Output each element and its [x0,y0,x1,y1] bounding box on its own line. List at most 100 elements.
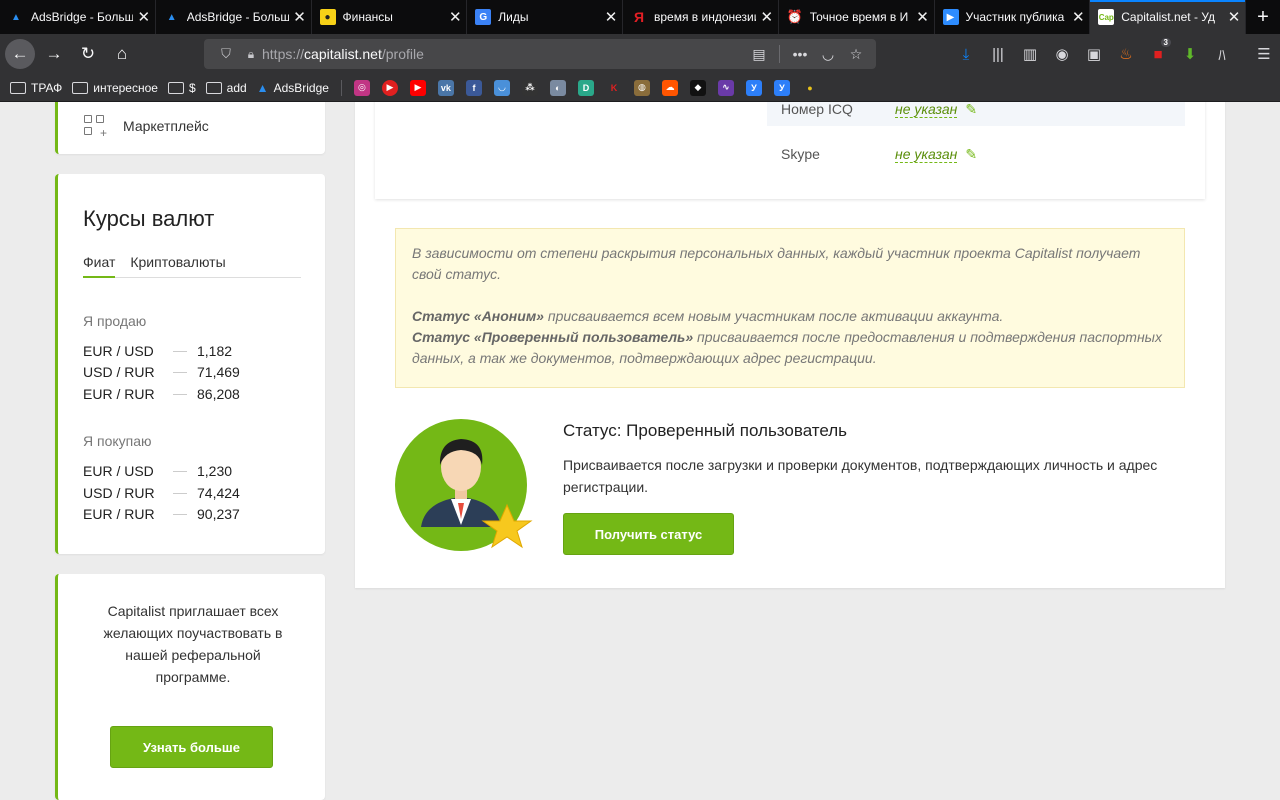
status-info-notice: В зависимости от степени раскрытия персо… [395,228,1185,388]
rates-tabs: Фиат Криптовалюты [83,254,301,278]
bookmark-link[interactable]: ▲ AdsBridge [257,81,329,95]
close-tab-icon[interactable]: ✕ [289,8,311,26]
bookmark-folder[interactable]: ТРАФ [10,81,62,95]
browser-tab[interactable]: Я время в индонезии ✕ [623,0,779,34]
browser-tab[interactable]: ▲ AdsBridge - Больш ✕ [0,0,156,34]
sidebar-icon[interactable]: ▥ [1014,45,1046,63]
bookmark-site-icon[interactable]: У [773,79,790,96]
learn-more-button[interactable]: Узнать больше [110,726,273,768]
account-icon[interactable]: ◉ [1046,45,1078,63]
cube-icon[interactable]: ◆ [689,79,706,96]
browser-tab[interactable]: ● Финансы ✕ [312,0,468,34]
skype-value-link[interactable]: не указан [895,146,958,163]
bookmark-folder[interactable]: $ [167,80,196,95]
bookmark-folder[interactable]: интересное [72,81,158,95]
close-tab-icon[interactable]: ✕ [912,8,934,26]
extension-icon[interactable]: ▣ [1078,45,1110,63]
close-tab-icon[interactable]: ✕ [600,8,622,26]
tab-title: Точное время в И [809,10,909,24]
close-tab-icon[interactable]: ✕ [1223,8,1245,26]
get-status-button[interactable]: Получить статус [563,513,734,555]
bookmark-site-icon[interactable]: ● [802,80,818,96]
rate-pair: EUR / USD [83,463,154,479]
pencil-icon[interactable]: ✎ [965,146,977,163]
referral-widget: Capitalist приглашает всех желающих поуч… [55,574,325,800]
pencil-icon[interactable]: ✎ [965,102,977,118]
library-icon[interactable]: ||| [982,46,1014,63]
bookmark-site-icon[interactable]: ⁂ [521,79,538,96]
rate-row: USD / RUR 74,424 [83,482,303,504]
soundcloud-icon[interactable]: ☁ [661,79,678,96]
notice-anon: Статус «Аноним» присваивается всем новым… [412,306,1168,327]
tracking-shield-icon[interactable]: ⛉ [212,46,240,62]
browser-tab-active[interactable]: Cap Capitalist.net - Уд ✕ [1090,0,1246,34]
reader-view-icon[interactable]: ▤ [745,46,773,63]
bookmark-site-icon[interactable]: K [606,80,622,96]
zoom-favicon-icon: ▶ [942,9,959,25]
extension-download-icon[interactable]: ⬇ [1174,45,1206,63]
page-actions-icon[interactable]: ••• [786,46,814,62]
bookmark-site-icon[interactable]: ∿ [717,79,734,96]
bookmark-site-icon[interactable]: D [577,79,594,96]
facebook-icon[interactable]: f [465,79,482,96]
new-tab-button[interactable]: + [1246,0,1280,34]
extension-translate-icon[interactable]: ﾊ [1206,44,1238,65]
browser-tab[interactable]: ▶ Участник публика ✕ [935,0,1091,34]
field-label: Skype [781,146,820,162]
vk-icon[interactable]: vk [437,79,454,96]
tab-title: AdsBridge - Больш [31,10,133,24]
folder-icon [10,81,26,94]
browser-tab[interactable]: G Лиды ✕ [467,0,623,34]
close-tab-icon[interactable]: ✕ [1067,8,1089,26]
bookmark-folder[interactable]: add [205,80,247,95]
instagram-icon[interactable]: ◎ [353,79,370,96]
bookmark-star-icon[interactable]: ☆ [842,46,870,63]
lock-icon[interactable]: 🔒︎ [240,47,262,62]
pocket-icon[interactable]: ◡ [814,46,842,63]
youtube-icon[interactable]: ▶ [409,79,426,96]
bookmark-site-icon[interactable]: У [745,79,762,96]
notice-verified: Статус «Проверенный пользователь» присва… [412,327,1168,369]
menu-icon[interactable]: ☰ [1248,45,1280,63]
bookmark-label: AdsBridge [273,80,329,95]
extension-flame-icon[interactable]: ♨ [1110,45,1142,63]
marketplace-grid-icon: + [84,115,107,140]
home-button[interactable]: ⌂ [107,39,137,69]
reload-button[interactable]: ↻ [73,39,103,69]
address-bar[interactable]: ⛉ 🔒︎ https://capitalist.net/profile ▤ ••… [204,39,876,69]
tab-fiat[interactable]: Фиат [83,254,116,278]
rate-row: USD / RUR 71,469 [83,361,303,383]
bookmark-site-icon[interactable]: ◐ [549,79,566,96]
close-tab-icon[interactable]: ✕ [444,8,466,26]
back-button[interactable]: ← [5,39,35,69]
play-icon[interactable]: ▶ [381,79,398,96]
bookmark-label: $ [188,80,196,95]
sidebar-item-marketplace[interactable]: + Маркетплейс [55,102,325,154]
tab-crypto[interactable]: Криптовалюты [130,254,225,278]
browser-tab[interactable]: ▲ AdsBridge - Больш ✕ [156,0,312,34]
icq-value-link[interactable]: не указан [895,102,958,118]
forward-button[interactable]: → [39,39,69,69]
home-icon: ⌂ [116,44,128,63]
contact-details-card: Номер ICQ не указан ✎ Skype не указан ✎ [375,102,1205,199]
bookmark-site-icon[interactable]: ◍ [633,79,650,96]
rate-value: 71,469 [197,364,240,380]
close-tab-icon[interactable]: ✕ [756,8,778,26]
clock-favicon-icon: ⏰ [786,9,803,24]
status-title: Статус: Проверенный пользователь [563,421,848,440]
url-scheme: https:// [262,46,305,62]
status-description: Присваивается после загрузки и проверки … [563,457,1158,495]
divider [779,45,780,63]
close-tab-icon[interactable]: ✕ [133,8,155,26]
extension-alert-icon[interactable]: ■ 3 [1142,37,1174,63]
divider [173,371,187,373]
pocket-bookmark-icon[interactable]: ◡ [493,79,510,96]
adsbridge-icon: ▲ [256,80,269,95]
browser-tab[interactable]: ⏰ Точное время в И ✕ [779,0,935,34]
sidebar-item-label: Маркетплейс [123,118,209,134]
download-icon[interactable]: ⤓ [950,46,982,63]
arrow-left-icon: ← [11,44,29,63]
adsbridge-favicon-icon: ▲ [11,11,21,23]
field-label: Номер ICQ [781,102,853,117]
bookmark-label: add [226,80,247,95]
